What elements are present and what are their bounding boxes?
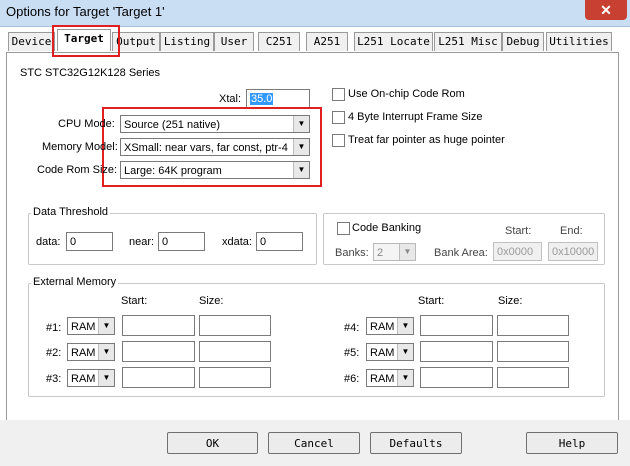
code-banking-label: Code Banking — [352, 222, 422, 234]
tab-a251[interactable]: A251 — [306, 32, 348, 51]
ext-mem-3-start[interactable] — [122, 367, 195, 388]
interrupt-frame-size-label: 4 Byte Interrupt Frame Size — [348, 111, 483, 123]
banks-label: Banks: — [335, 247, 369, 259]
bank-area-label: Bank Area: — [434, 247, 488, 259]
ext-mem-4-label: #4: — [344, 322, 360, 334]
ext-mem-3-label: #3: — [46, 373, 62, 385]
use-onchip-code-rom-checkbox[interactable] — [332, 88, 345, 101]
ext-start-label-left: Start: — [121, 295, 148, 307]
chevron-down-icon[interactable]: ▼ — [293, 162, 309, 178]
code-rom-size-label: Code Rom Size: — [37, 164, 118, 176]
ext-mem-4-size[interactable] — [497, 315, 569, 336]
ext-size-label-right: Size: — [498, 295, 523, 307]
memory-model-label: Memory Model: — [42, 141, 118, 153]
far-pointer-checkbox[interactable] — [332, 134, 345, 147]
title-bar: Options for Target 'Target 1' ✕ — [0, 0, 630, 27]
external-memory-title: External Memory — [31, 276, 119, 288]
window-title: Options for Target 'Target 1' — [6, 4, 165, 19]
ext-mem-4-type-value: RAM — [370, 321, 395, 333]
ext-mem-3-type[interactable]: RAM ▼ — [67, 369, 115, 387]
cpu-mode-label: CPU Mode: — [58, 118, 115, 130]
interrupt-frame-size-checkbox[interactable] — [332, 111, 345, 124]
highlight-target-tab — [52, 25, 120, 57]
xdata-threshold-input[interactable]: 0 — [256, 232, 303, 251]
tab-c251[interactable]: C251 — [258, 32, 300, 51]
tab-listing[interactable]: Listing — [160, 32, 214, 51]
far-pointer-label: Treat far pointer as huge pointer — [348, 134, 505, 146]
ext-mem-4-start[interactable] — [420, 315, 493, 336]
ext-mem-5-label: #5: — [344, 347, 360, 359]
xtal-value: 35.0 — [250, 93, 274, 105]
near-threshold-input[interactable]: 0 — [158, 232, 205, 251]
chevron-down-icon[interactable]: ▼ — [98, 370, 114, 386]
xtal-label: Xtal: — [219, 93, 242, 105]
ext-mem-6-type[interactable]: RAM ▼ — [366, 369, 414, 387]
tab-device[interactable]: Device — [8, 32, 55, 51]
memory-model-select[interactable]: XSmall: near vars, far const, ptr-4 ▼ — [120, 138, 310, 156]
ext-mem-5-type[interactable]: RAM ▼ — [366, 343, 414, 361]
code-banking-checkbox[interactable] — [337, 222, 350, 235]
ext-mem-1-start[interactable] — [122, 315, 195, 336]
help-button[interactable]: Help — [526, 432, 618, 454]
cpu-mode-select[interactable]: Source (251 native) ▼ — [120, 115, 310, 133]
ext-size-label-left: Size: — [199, 295, 224, 307]
ext-mem-2-type[interactable]: RAM ▼ — [67, 343, 115, 361]
series-label: STC STC32G12K128 Series — [20, 67, 161, 79]
tab-user[interactable]: User — [214, 32, 254, 51]
use-onchip-code-rom-label: Use On-chip Code Rom — [348, 88, 465, 100]
chevron-down-icon[interactable]: ▼ — [98, 318, 114, 334]
data-threshold-title: Data Threshold — [31, 206, 111, 218]
close-button[interactable]: ✕ — [585, 0, 627, 20]
ext-mem-6-type-value: RAM — [370, 373, 395, 385]
chevron-down-icon[interactable]: ▼ — [397, 370, 413, 386]
bank-area-end-input[interactable]: 0x10000 — [548, 242, 598, 261]
xtal-input[interactable]: 35.0 — [246, 89, 310, 108]
chevron-down-icon[interactable]: ▼ — [98, 344, 114, 360]
ext-mem-2-start[interactable] — [122, 341, 195, 362]
tab-l251-misc[interactable]: L251 Misc — [434, 32, 502, 51]
ext-mem-3-size[interactable] — [199, 367, 271, 388]
cpu-mode-value: Source (251 native) — [124, 119, 220, 131]
ext-mem-1-size[interactable] — [199, 315, 271, 336]
ext-mem-6-size[interactable] — [497, 367, 569, 388]
chevron-down-icon[interactable]: ▼ — [397, 318, 413, 334]
ext-mem-1-type-value: RAM — [71, 321, 96, 333]
chevron-down-icon[interactable]: ▼ — [397, 344, 413, 360]
ext-mem-2-type-value: RAM — [71, 347, 96, 359]
ext-mem-5-size[interactable] — [497, 341, 569, 362]
ext-mem-2-size[interactable] — [199, 341, 271, 362]
xdata-label: xdata: — [222, 236, 252, 248]
near-label: near: — [129, 236, 155, 248]
memory-model-value: XSmall: near vars, far const, ptr-4 — [124, 142, 288, 154]
bank-area-start-input[interactable]: 0x0000 — [493, 242, 542, 261]
ext-mem-6-start[interactable] — [420, 367, 493, 388]
ext-mem-5-type-value: RAM — [370, 347, 395, 359]
data-label: data: — [36, 236, 61, 248]
ext-mem-1-type[interactable]: RAM ▼ — [67, 317, 115, 335]
ext-start-label-right: Start: — [418, 295, 445, 307]
ext-mem-2-label: #2: — [46, 347, 62, 359]
chevron-down-icon[interactable]: ▼ — [399, 244, 415, 260]
banks-select[interactable]: 2 ▼ — [373, 243, 416, 261]
tab-l251-locate[interactable]: L251 Locate — [354, 32, 433, 51]
ext-mem-4-type[interactable]: RAM ▼ — [366, 317, 414, 335]
close-icon: ✕ — [600, 2, 612, 18]
chevron-down-icon[interactable]: ▼ — [293, 116, 309, 132]
data-threshold-input[interactable]: 0 — [66, 232, 113, 251]
ok-button[interactable]: OK — [167, 432, 258, 454]
code-rom-size-value: Large: 64K program — [124, 165, 222, 177]
chevron-down-icon[interactable]: ▼ — [293, 139, 309, 155]
defaults-button[interactable]: Defaults — [370, 432, 462, 454]
ext-mem-1-label: #1: — [46, 322, 62, 334]
tab-utilities[interactable]: Utilities — [546, 32, 612, 51]
banks-value: 2 — [377, 247, 384, 259]
cancel-button[interactable]: Cancel — [268, 432, 360, 454]
tab-debug[interactable]: Debug — [502, 32, 544, 51]
bank-end-label: End: — [560, 225, 583, 237]
ext-mem-3-type-value: RAM — [71, 373, 96, 385]
bank-start-label: Start: — [505, 225, 532, 237]
code-rom-size-select[interactable]: Large: 64K program ▼ — [120, 161, 310, 179]
ext-mem-5-start[interactable] — [420, 341, 493, 362]
ext-mem-6-label: #6: — [344, 373, 360, 385]
